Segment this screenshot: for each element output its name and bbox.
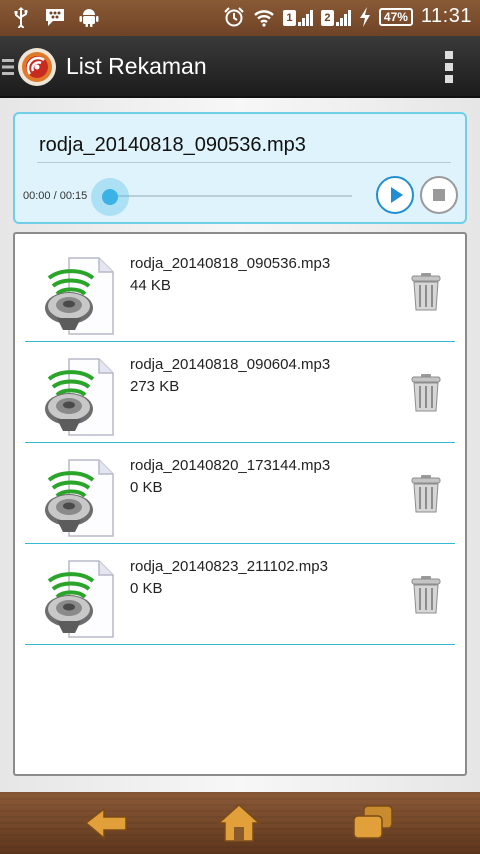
player-file-name: rodja_20140818_090536.mp3	[39, 134, 306, 156]
page-title: List Rekaman	[66, 53, 207, 79]
action-bar: List Rekaman	[0, 36, 480, 98]
drawer-icon[interactable]	[2, 58, 14, 76]
seek-thumb[interactable]	[91, 178, 129, 216]
audio-file-icon	[45, 358, 114, 436]
stop-icon	[433, 189, 445, 201]
play-button[interactable]	[376, 176, 414, 214]
sim1-badge: 1	[282, 9, 296, 26]
alarm-icon	[224, 6, 244, 26]
home-icon[interactable]	[216, 802, 262, 844]
usb-icon	[14, 7, 28, 28]
play-icon	[391, 187, 403, 203]
file-size: 0 KB	[130, 580, 163, 597]
file-name: rodja_20140818_090604.mp3	[130, 356, 331, 373]
overflow-menu-icon[interactable]	[444, 50, 454, 84]
file-name: rodja_20140820_173144.mp3	[130, 457, 331, 474]
battery-indicator: 47%	[378, 7, 413, 26]
list-item[interactable]: rodja_20140818_090536.mp3 44 KB	[25, 242, 455, 342]
status-bar: 1 2 47% 11:31	[0, 0, 480, 36]
trash-icon[interactable]	[410, 474, 442, 514]
seek-bar[interactable]	[110, 195, 352, 197]
recent-apps-icon[interactable]	[350, 802, 396, 844]
file-size: 0 KB	[130, 479, 163, 496]
bbm-icon	[46, 9, 64, 26]
content-area: rodja_20140818_090536.mp3 00:00 / 00:15	[0, 98, 480, 792]
audio-file-icon	[45, 459, 114, 537]
navigation-bar	[0, 792, 480, 854]
file-size: 44 KB	[130, 277, 171, 294]
divider	[37, 162, 451, 163]
android-icon	[79, 9, 99, 27]
list-item[interactable]: rodja_20140818_090604.mp3 273 KB	[25, 343, 455, 443]
file-name: rodja_20140818_090536.mp3	[130, 255, 331, 272]
clock: 11:31	[420, 5, 472, 27]
back-icon[interactable]	[84, 802, 130, 844]
app-logo[interactable]	[17, 47, 57, 87]
trash-icon[interactable]	[410, 575, 442, 615]
audio-file-icon	[45, 257, 114, 335]
trash-icon[interactable]	[410, 272, 442, 312]
signal-icon	[297, 8, 313, 26]
audio-file-icon	[45, 560, 114, 638]
file-size: 273 KB	[130, 378, 180, 395]
audio-player: rodja_20140818_090536.mp3 00:00 / 00:15	[13, 112, 467, 224]
sim2-signal: 2	[320, 8, 351, 26]
list-item[interactable]: rodja_20140823_211102.mp3 0 KB	[25, 545, 455, 645]
trash-icon[interactable]	[410, 373, 442, 413]
sim2-badge: 2	[320, 9, 334, 26]
charging-icon	[359, 6, 370, 27]
recordings-list: rodja_20140818_090536.mp3 44 KB rodja_20…	[13, 232, 467, 776]
sim1-signal: 1	[282, 8, 313, 26]
player-time: 00:00 / 00:15	[23, 190, 88, 202]
list-item[interactable]: rodja_20140820_173144.mp3 0 KB	[25, 444, 455, 544]
file-name: rodja_20140823_211102.mp3	[130, 558, 328, 575]
signal-icon	[335, 8, 351, 26]
wifi-icon	[254, 9, 274, 27]
stop-button[interactable]	[420, 176, 458, 214]
